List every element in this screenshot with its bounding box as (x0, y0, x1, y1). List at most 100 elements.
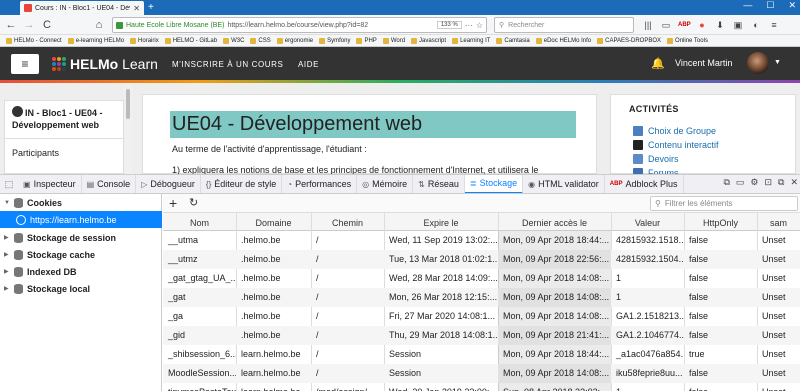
table-cell[interactable]: Tue, 13 Mar 2018 01:02:1... (384, 250, 498, 269)
column-header[interactable]: Expire le (384, 218, 498, 228)
activity-item[interactable]: Choix de Groupe (633, 126, 716, 136)
screenshot-icon[interactable]: ▣ (732, 19, 744, 31)
table-cell[interactable]: 1 (611, 383, 684, 391)
close-devtools-icon[interactable]: ✕ (790, 177, 798, 188)
table-cell[interactable]: Unset (757, 345, 800, 364)
new-tab-button[interactable]: + (148, 2, 154, 13)
back-icon[interactable]: ← (4, 18, 18, 32)
bookmark-item[interactable]: CSS (250, 37, 271, 44)
table-cell[interactable]: iku58feprie8uu... (611, 364, 684, 383)
chevron-right-icon[interactable]: ▶ (4, 268, 10, 275)
bookmark-item[interactable]: Symfony (319, 37, 350, 44)
dock-icon[interactable]: ⊡ (764, 177, 772, 188)
bookmark-item[interactable]: HELMO - GitLab (164, 37, 217, 44)
bookmark-item[interactable]: CAPAES-DROPBOX (597, 37, 661, 44)
tree-item-selected[interactable]: https://learn.helmo.be (0, 211, 162, 228)
maximize-icon[interactable]: ☐ (766, 0, 774, 11)
notification-bell-icon[interactable]: 🔔 (651, 57, 665, 70)
table-cell[interactable]: Mon, 09 Apr 2018 14:08:... (498, 307, 611, 326)
table-cell[interactable]: Unset (757, 231, 800, 250)
table-cell[interactable]: Mon, 09 Apr 2018 18:44:... (498, 231, 611, 250)
responsive-icon[interactable]: ⧉ (723, 177, 729, 188)
table-cell[interactable]: 1 (611, 288, 684, 307)
scrollbar-thumb[interactable] (126, 89, 130, 119)
table-cell[interactable]: tinymcePasteText (163, 383, 236, 391)
table-cell[interactable]: / (311, 269, 384, 288)
devtools-tab-html-validator[interactable]: ◉ HTML validator (523, 175, 605, 193)
column-header[interactable]: Valeur (611, 218, 684, 228)
table-cell[interactable]: .helmo.be (236, 288, 311, 307)
chevron-right-icon[interactable]: ▶ (4, 251, 10, 258)
table-cell[interactable]: 42815932.1518... (611, 231, 684, 250)
tree-item[interactable]: ▼ Cookies (0, 194, 162, 211)
tab-close-icon[interactable]: ✕ (133, 4, 140, 13)
table-cell[interactable]: Fri, 27 Mar 2020 14:08:1... (384, 307, 498, 326)
table-cell[interactable]: Session (384, 364, 498, 383)
activity-item[interactable]: Contenu interactif (633, 140, 719, 150)
table-cell[interactable]: Mon, 09 Apr 2018 14:08:... (498, 288, 611, 307)
table-cell[interactable]: false (684, 364, 757, 383)
download-icon[interactable]: ⬇ (714, 19, 726, 31)
bookmark-item[interactable]: HELMo - Connect (6, 37, 62, 44)
sidebar-icon[interactable]: ▭ (660, 19, 672, 31)
url-text[interactable]: https://learn.helmo.be/course/view.php?i… (227, 22, 433, 29)
table-cell[interactable]: / (311, 364, 384, 383)
bookmark-item[interactable]: Camtasia (496, 37, 530, 44)
table-cell[interactable]: Unset (757, 250, 800, 269)
avatar[interactable] (747, 52, 769, 74)
refresh-icon[interactable]: ↻ (189, 196, 198, 209)
table-cell[interactable]: Unset (757, 364, 800, 383)
table-cell[interactable]: Wed, 11 Sep 2019 13:02:... (384, 231, 498, 250)
devtools-tab-inspecteur[interactable]: ▣ Inspecteur (18, 175, 82, 193)
bookmark-item[interactable]: Word (382, 37, 405, 44)
table-cell[interactable]: false (684, 231, 757, 250)
extension-icon[interactable]: ● (696, 19, 708, 31)
table-cell[interactable]: _gat (163, 288, 236, 307)
table-cell[interactable]: Unset (757, 269, 800, 288)
table-cell[interactable]: 1 (611, 269, 684, 288)
tree-item[interactable]: ▶ Stockage local (0, 280, 162, 297)
reload-icon[interactable]: C (40, 18, 54, 32)
activity-item[interactable]: Devoirs (633, 154, 679, 164)
devtools-tab-d-bogueur[interactable]: ▷ Débogueur (136, 175, 201, 193)
bookmark-item[interactable]: e-learning HELMo (67, 37, 124, 44)
bookmark-item[interactable]: Learning IT (452, 37, 490, 44)
menu-icon[interactable]: ≡ (768, 19, 780, 31)
table-cell[interactable]: Mon, 26 Mar 2018 12:15:... (384, 288, 498, 307)
table-cell[interactable]: _ga (163, 307, 236, 326)
zoom-level[interactable]: 133 % (436, 21, 462, 29)
tree-item[interactable]: ▶ Stockage de session (0, 229, 162, 246)
table-cell[interactable]: / (311, 288, 384, 307)
bookmark-item[interactable]: Online Tools (667, 37, 708, 44)
forward-icon[interactable]: → (22, 18, 36, 32)
home-icon[interactable]: ⌂ (92, 18, 106, 32)
table-cell[interactable]: / (311, 250, 384, 269)
bookmark-item[interactable]: eDoc HELMo Info (535, 37, 591, 44)
add-item-button[interactable]: + (169, 195, 177, 211)
table-cell[interactable]: .helmo.be (236, 250, 311, 269)
course-nav-title[interactable]: IN - Bloc1 - UE04 - Développement web (12, 107, 120, 131)
undock-icon[interactable]: ⧉ (778, 177, 784, 188)
table-cell[interactable]: .helmo.be (236, 326, 311, 345)
table-cell[interactable]: _shibsession_6... (163, 345, 236, 364)
bookmark-item[interactable]: PHP (356, 37, 377, 44)
browser-tab[interactable]: Cours : IN - Bloc1 - UE04 - Dév ✕ (20, 1, 144, 15)
table-cell[interactable]: Unset (757, 288, 800, 307)
table-cell[interactable]: MoodleSession... (163, 364, 236, 383)
table-cell[interactable]: Unset (757, 326, 800, 345)
column-header[interactable]: Nom (163, 218, 236, 228)
table-cell[interactable]: .helmo.be (236, 269, 311, 288)
table-cell[interactable]: Wed, 28 Mar 2018 14:09:... (384, 269, 498, 288)
devtools-tab-stockage[interactable]: ≣ Stockage (464, 175, 524, 193)
column-header[interactable]: Dernier accès le (498, 218, 611, 228)
table-cell[interactable]: _gat_gtag_UA_... (163, 269, 236, 288)
table-cell[interactable]: false (684, 269, 757, 288)
table-cell[interactable]: learn.helmo.be (236, 345, 311, 364)
nav-link-help[interactable]: AIDE (298, 60, 319, 69)
table-cell[interactable]: _a1ac0476a854... (611, 345, 684, 364)
filter-input[interactable]: ⚲ Filtrer les éléments (650, 196, 798, 211)
search-input[interactable]: ⚲ Rechercher (494, 17, 634, 33)
adblock-icon[interactable]: ABP (678, 19, 691, 31)
table-cell[interactable]: Mon, 09 Apr 2018 18:44:... (498, 345, 611, 364)
participants-link[interactable]: Participants (12, 148, 59, 158)
